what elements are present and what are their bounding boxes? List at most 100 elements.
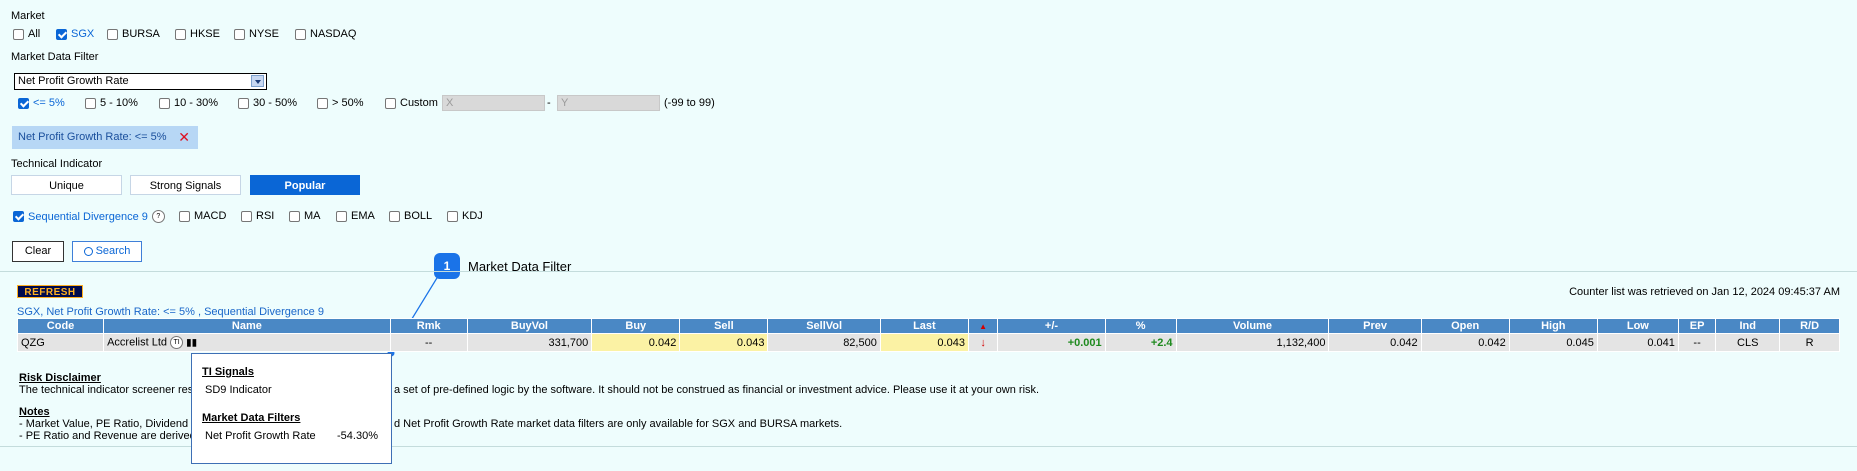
custom-x-input[interactable]: X (442, 95, 545, 111)
cell-ep: -- (1677, 333, 1717, 352)
option-label: EMA (351, 210, 375, 222)
tab-unique[interactable]: Unique (11, 175, 122, 195)
checkbox[interactable] (107, 28, 118, 40)
market-data-filter-label: Market Data Filter (11, 51, 99, 63)
range-option-30-50[interactable]: 30 - 50% (238, 97, 297, 109)
active-filter-text: Net Profit Growth Rate: <= 5% (18, 131, 167, 143)
checkbox[interactable] (159, 97, 170, 109)
col-buy[interactable]: Buy (591, 318, 681, 334)
cell-name[interactable]: Accrelist Ltd TI ▮▮ (103, 333, 391, 352)
col-ep[interactable]: EP (1677, 318, 1717, 334)
checkbox[interactable] (336, 210, 347, 222)
col-last[interactable]: Last (879, 318, 969, 334)
market-option-nasdaq[interactable]: NASDAQ (295, 28, 356, 40)
col-rmk[interactable]: Rmk (389, 318, 468, 334)
checkbox[interactable] (317, 97, 328, 109)
market-option-sgx[interactable]: SGX (56, 28, 94, 40)
cell-code[interactable]: QZG (16, 333, 105, 352)
col-change[interactable]: +/- (997, 318, 1106, 334)
checkbox[interactable] (175, 28, 186, 40)
table-row[interactable]: QZG Accrelist Ltd TI ▮▮ -- 331,700 0.042… (16, 333, 1840, 352)
option-label: 30 - 50% (253, 97, 298, 109)
market-option-hkse[interactable]: HKSE (175, 28, 220, 40)
tab-strong-signals[interactable]: Strong Signals (130, 175, 241, 195)
tooltip-mdf-value: -54.30% (337, 430, 378, 442)
close-icon[interactable]: ✕ (178, 126, 190, 149)
range-option-le5[interactable]: <= 5% (18, 97, 65, 109)
stock-name[interactable]: Accrelist Ltd (107, 336, 167, 348)
col-buyvol[interactable]: BuyVol (466, 318, 593, 334)
market-data-filter-select[interactable]: Net Profit Growth Rate (14, 73, 267, 90)
col-sellvol[interactable]: SellVol (767, 318, 881, 334)
col-open[interactable]: Open (1420, 318, 1510, 334)
range-option-5-10[interactable]: 5 - 10% (85, 97, 138, 109)
col-ind[interactable]: Ind (1715, 318, 1781, 334)
indicator-kdj[interactable]: KDJ (447, 210, 483, 222)
clear-button[interactable]: Clear (12, 241, 64, 262)
market-option-all[interactable]: All (13, 28, 40, 40)
checkbox[interactable] (238, 97, 249, 109)
notes-line-1-right: d Net Profit Growth Rate market data fil… (394, 418, 843, 430)
col-high[interactable]: High (1508, 318, 1598, 334)
indicator-boll[interactable]: BOLL (389, 210, 432, 222)
market-label: Market (11, 10, 45, 22)
ti-signals-tooltip: TI Signals SD9 Indicator Market Data Fil… (191, 353, 392, 464)
notes-line-1-left: - Market Value, PE Ratio, Dividend Y (19, 418, 199, 430)
chevron-down-icon[interactable] (251, 75, 264, 87)
option-label: > 50% (332, 97, 364, 109)
cell-buyvol: 331,700 (466, 333, 593, 352)
checkbox[interactable] (85, 97, 96, 109)
indicator-rsi[interactable]: RSI (241, 210, 274, 222)
help-icon[interactable]: ? (151, 210, 165, 223)
checkbox[interactable] (56, 28, 67, 40)
checkbox[interactable] (389, 210, 400, 222)
market-option-nyse[interactable]: NYSE (234, 28, 279, 40)
cell-prev: 0.042 (1328, 333, 1422, 352)
checkbox[interactable] (179, 210, 190, 222)
indicator-ma[interactable]: MA (289, 210, 321, 222)
option-label: MACD (194, 210, 227, 222)
col-prev[interactable]: Prev (1328, 318, 1422, 334)
col-rd[interactable]: R/D (1779, 318, 1840, 334)
option-label: MA (304, 210, 321, 222)
triangle-up-icon: ▲ (979, 322, 988, 331)
range-option-custom[interactable]: Custom (385, 97, 438, 109)
indicator-sd9[interactable]: Sequential Divergence 9? (13, 210, 165, 223)
tooltip-mdf-label: Net Profit Growth Rate (205, 430, 316, 442)
checkbox[interactable] (13, 28, 24, 40)
cell-buy: 0.042 (591, 333, 681, 352)
col-direction[interactable]: ▲ (967, 318, 999, 334)
col-low[interactable]: Low (1596, 318, 1679, 334)
cell-low: 0.041 (1596, 333, 1679, 352)
col-volume[interactable]: Volume (1175, 318, 1330, 334)
ti-signal-icon[interactable]: TI (170, 336, 184, 349)
checkbox[interactable] (241, 210, 252, 222)
col-pct[interactable]: % (1104, 318, 1177, 334)
custom-y-input[interactable]: Y (557, 95, 660, 111)
notes-line-2-left: - PE Ratio and Revenue are derived (19, 430, 196, 442)
retrieved-timestamp: Counter list was retrieved on Jan 12, 20… (1569, 286, 1840, 298)
option-label: 10 - 30% (174, 97, 219, 109)
checkbox[interactable] (289, 210, 300, 222)
checkbox[interactable] (234, 28, 245, 40)
checkbox[interactable] (447, 210, 458, 222)
cell-open: 0.042 (1420, 333, 1510, 352)
col-sell[interactable]: Sell (679, 318, 769, 334)
option-label: HKSE (190, 28, 220, 40)
indicator-ema[interactable]: EMA (336, 210, 375, 222)
refresh-button[interactable]: REFRESH (17, 285, 83, 298)
market-option-bursa[interactable]: BURSA (107, 28, 160, 40)
checkbox[interactable] (385, 97, 396, 109)
range-option-gt50[interactable]: > 50% (317, 97, 364, 109)
checkbox[interactable] (295, 28, 306, 40)
search-button[interactable]: Search (72, 241, 142, 262)
tab-popular[interactable]: Popular (250, 175, 360, 195)
notes-title: Notes (19, 406, 50, 418)
checkbox[interactable] (13, 211, 24, 222)
indicator-macd[interactable]: MACD (179, 210, 226, 222)
checkbox[interactable] (18, 97, 29, 109)
range-option-10-30[interactable]: 10 - 30% (159, 97, 218, 109)
col-name[interactable]: Name (103, 318, 391, 334)
col-code[interactable]: Code (16, 318, 105, 334)
chart-icon[interactable]: ▮▮ (186, 337, 197, 348)
